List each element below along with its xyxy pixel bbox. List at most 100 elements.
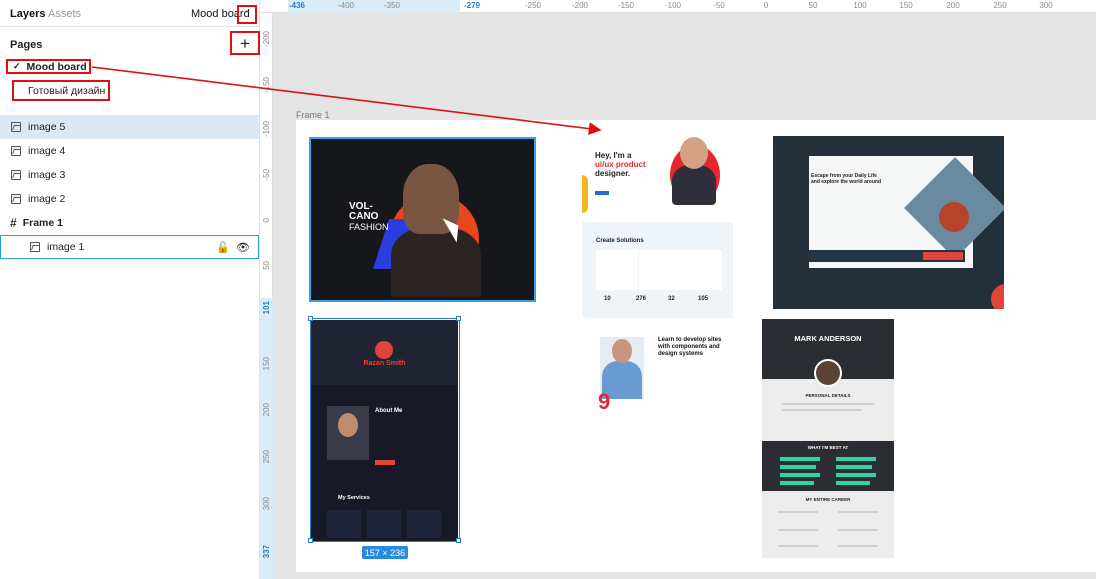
layer-label: Frame 1 [22, 217, 63, 229]
resize-handle[interactable] [308, 316, 313, 321]
ruler-label-start: 101 [262, 301, 271, 315]
model-face [680, 137, 708, 169]
tab-layers[interactable]: Layers [10, 8, 45, 20]
thumb-skills-section: WHAT I'M BEST AT [762, 441, 894, 491]
thumb-headline-line: Hey, I'm a [595, 151, 632, 160]
top-ruler: -436 -279 -400 -350 -250 -200 -150 -100 … [260, 0, 1096, 13]
thumb-section-title: Create Solutions [596, 238, 644, 244]
ruler-label: -150 [617, 1, 635, 10]
image-icon [11, 194, 21, 204]
image-icon [11, 170, 21, 180]
thumb-text-line [838, 529, 878, 531]
ruler-label: 0 [763, 1, 769, 10]
thumb-stat: 32 [668, 296, 675, 302]
image-4-thumbnail-top[interactable]: Hey, I'm a ui/ux product designer. [582, 135, 732, 213]
ruler-label: -200 [262, 31, 271, 48]
page-item-final-design[interactable]: Готовый дизайн [12, 80, 110, 101]
plus-icon: + [240, 33, 250, 53]
ruler-label: 150 [899, 1, 913, 10]
page-item-label: Готовый дизайн [28, 84, 106, 97]
ruler-label: -100 [262, 121, 271, 138]
thumb-stat: 10 [604, 296, 611, 302]
image-5-thumbnail[interactable]: VOL- CANO FASHION [309, 137, 536, 302]
resize-handle[interactable] [308, 538, 313, 543]
layer-label: image 1 [47, 241, 85, 253]
page-selector-toggle[interactable]: ⌃ [237, 5, 257, 24]
thumb-button [923, 252, 963, 260]
thumb-section-title: MY ENTIRE CAREER [805, 497, 851, 502]
ruler-label-end: -279 [463, 1, 481, 10]
thumb-text-line [838, 511, 878, 513]
thumb-stat: 276 [636, 296, 647, 302]
thumb-headline: Escape from your Daily Life and explore … [811, 173, 881, 185]
layer-item-image-1[interactable]: image 1 🔓 👁 [0, 235, 259, 259]
resize-handle[interactable] [456, 538, 461, 543]
selection-outline[interactable] [310, 318, 460, 542]
thumb-headline-line: designer. [595, 169, 631, 178]
page-item-label: Mood board [26, 60, 87, 73]
thumb-name: MARK ANDERSON [794, 334, 862, 343]
decor-shape [991, 284, 1004, 309]
layer-item-image-2[interactable]: image 2 [0, 187, 259, 211]
image-1-thumbnail[interactable]: 9 Learn to develop sites with components… [590, 333, 733, 415]
panel-tabs: Layers Assets Mood board ⌃ [0, 0, 260, 27]
chevron-up-icon: ⌃ [243, 9, 251, 19]
model-face [612, 339, 632, 363]
thumb-text-line [778, 529, 818, 531]
ruler-label: 50 [262, 261, 271, 270]
ruler-label: -250 [524, 1, 542, 10]
ruler-label-start: -436 [288, 1, 306, 10]
layer-label: image 2 [28, 193, 66, 205]
layer-label: image 3 [28, 169, 66, 181]
image-4-thumbnail-bottom[interactable]: Create Solutions 10 276 32 105 [582, 222, 733, 318]
image-icon [30, 242, 40, 252]
ruler-label: 0 [262, 218, 271, 223]
resume-thumbnail[interactable]: MARK ANDERSON PERSONAL DETAILS WHAT I'M … [762, 319, 894, 558]
image-icon [11, 122, 21, 132]
skill-bar [836, 457, 876, 461]
thumb-headline-line: design systems [658, 351, 704, 357]
skill-bar [836, 473, 876, 477]
skill-bar [836, 465, 872, 469]
add-page-button[interactable]: + [230, 31, 260, 55]
ruler-label: 200 [262, 403, 271, 417]
thumb-text-line [778, 545, 818, 547]
page-item-mood-board[interactable]: ✓ Mood board [6, 59, 91, 74]
ruler-label: -150 [262, 77, 271, 94]
thumb-stat: 105 [698, 296, 709, 302]
thumb-card [639, 250, 681, 290]
ruler-label: -50 [262, 169, 271, 181]
ruler-label: 250 [993, 1, 1007, 10]
ruler-label: 300 [262, 497, 271, 511]
check-icon: ✓ [13, 61, 21, 71]
layer-item-image-3[interactable]: image 3 [0, 163, 259, 187]
unlock-icon[interactable]: 🔓 [216, 241, 230, 254]
layer-item-frame-1[interactable]: # Frame 1 [0, 211, 259, 235]
thumb-headline: Hey, I'm a ui/ux product designer. [595, 151, 646, 178]
layer-item-image-4[interactable]: image 4 [0, 139, 259, 163]
ruler-selection-highlight [288, 0, 460, 13]
thumb-title-line: FASHION [349, 222, 389, 232]
layers-panel: Layers Assets Mood board ⌃ Pages + ✓ Moo… [0, 0, 260, 579]
thumb-card [680, 250, 722, 290]
thumb-title-line: CANO [349, 211, 379, 222]
layer-item-image-5[interactable]: image 5 [0, 115, 259, 139]
ruler-label: -400 [337, 1, 355, 10]
model-figure [391, 227, 481, 297]
model-figure [939, 202, 969, 232]
avatar [814, 359, 842, 387]
eye-icon[interactable]: 👁 [236, 241, 250, 254]
thumb-card [596, 250, 638, 290]
thumb-title: VOL- CANO FASHION [349, 202, 389, 233]
thumb-text-line [782, 409, 862, 411]
skill-bar [780, 457, 820, 461]
thumb-badge: 9 [598, 389, 611, 414]
image-3-thumbnail[interactable]: Escape from your Daily Life and explore … [773, 136, 1004, 309]
frame-label[interactable]: Frame 1 [296, 110, 330, 120]
skill-bar [780, 473, 820, 477]
image-icon [11, 146, 21, 156]
tab-assets[interactable]: Assets [48, 8, 81, 20]
skill-bar [780, 465, 816, 469]
resize-handle[interactable] [456, 316, 461, 321]
ruler-label: -100 [664, 1, 682, 10]
